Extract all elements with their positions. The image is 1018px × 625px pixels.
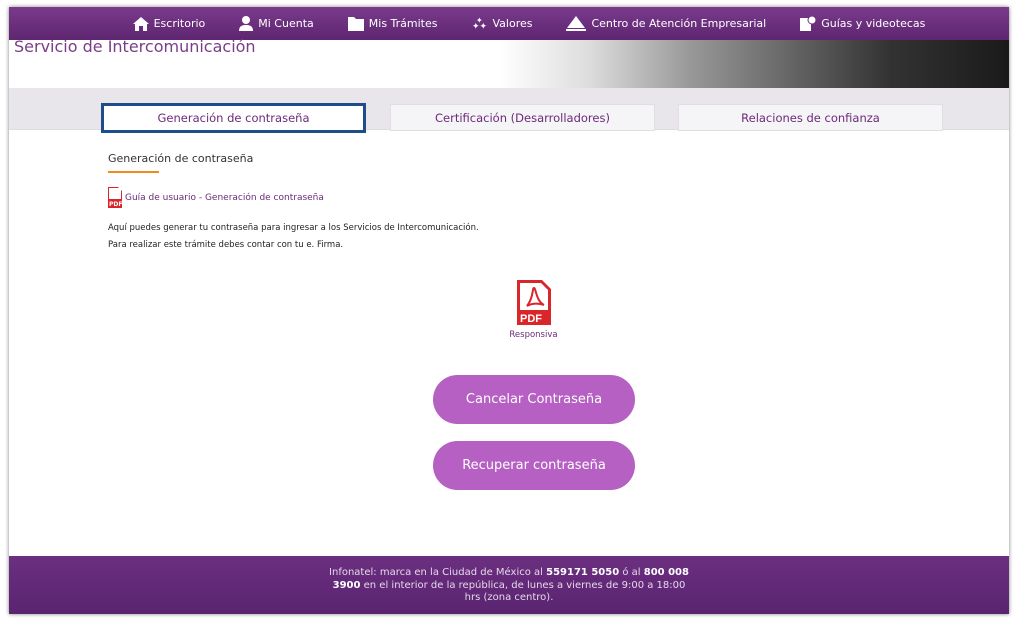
nav-mis-tramites[interactable]: Mis Trámites xyxy=(347,16,438,31)
tab-bar: Generación de contraseña Certificación (… xyxy=(9,88,1009,133)
tab-generacion[interactable]: Generación de contraseña xyxy=(101,103,366,133)
top-nav: Escritorio Mi Cuenta Mis Trámites ✦✦ ✦ Va… xyxy=(9,7,1009,40)
phone-cdmx: 559171 5050 xyxy=(546,567,620,578)
recover-password-button[interactable]: Recuperar contraseña xyxy=(433,441,635,490)
guide-link[interactable]: PDF Guía de usuario - Generación de cont… xyxy=(108,187,324,208)
svg-text:✦: ✦ xyxy=(476,16,483,25)
folder-icon xyxy=(347,17,364,31)
nav-label: Valores xyxy=(492,17,533,30)
description-1: Aquí puedes generar tu contraseña para i… xyxy=(108,223,479,233)
nav-centro-atencion[interactable]: Centro de Atención Empresarial xyxy=(566,16,766,31)
section-title: Generación de contraseña xyxy=(108,152,254,165)
nav-guias[interactable]: Guías y videotecas xyxy=(800,16,925,31)
footer: Infonatel: marca en la Ciudad de México … xyxy=(9,556,1009,614)
home-icon xyxy=(132,16,149,31)
cancel-password-button[interactable]: Cancelar Contraseña xyxy=(433,375,635,424)
building-icon xyxy=(566,16,587,31)
tab-relaciones[interactable]: Relaciones de confianza xyxy=(678,104,943,131)
tab-label: Generación de contraseña xyxy=(157,111,310,125)
description-2: Para realizar este trámite debes contar … xyxy=(108,240,344,250)
tab-label: Certificación (Desarrolladores) xyxy=(435,110,610,125)
responsiva-pdf-link[interactable]: PDF Responsiva xyxy=(506,280,561,340)
nav-label: Mi Cuenta xyxy=(258,17,314,30)
section-underline xyxy=(108,171,159,173)
guide-link-text: Guía de usuario - Generación de contrase… xyxy=(125,192,324,203)
pdf-icon: PDF xyxy=(108,187,122,208)
nav-mi-cuenta[interactable]: Mi Cuenta xyxy=(239,16,314,31)
guide-icon xyxy=(800,16,817,31)
svg-text:PDF: PDF xyxy=(109,201,122,208)
nav-escritorio[interactable]: Escritorio xyxy=(132,16,206,31)
nav-label: Mis Trámites xyxy=(368,17,438,30)
nav-valores[interactable]: ✦✦ ✦ Valores xyxy=(472,16,533,31)
pdf-icon: PDF xyxy=(516,280,551,325)
nav-label: Guías y videotecas xyxy=(821,17,926,30)
page-title: Servicio de Intercomunicación xyxy=(14,37,256,56)
footer-text: Infonatel: marca en la Ciudad de México … xyxy=(329,567,689,603)
nav-label: Centro de Atención Empresarial xyxy=(591,17,767,30)
banner: Servicio de Intercomunicación xyxy=(9,37,1009,88)
stars-icon: ✦✦✦ xyxy=(472,16,488,31)
svg-text:PDF: PDF xyxy=(520,313,542,325)
main-content: Generación de contraseña PDF Guía de usu… xyxy=(9,130,1009,556)
tab-label: Relaciones de confianza xyxy=(741,110,880,125)
tab-certificacion[interactable]: Certificación (Desarrolladores) xyxy=(390,104,655,131)
nav-label: Escritorio xyxy=(153,17,206,30)
user-icon xyxy=(239,16,254,31)
pdf-label: Responsiva xyxy=(509,330,558,340)
app-window: Escritorio Mi Cuenta Mis Trámites ✦✦ ✦ Va… xyxy=(9,7,1009,614)
